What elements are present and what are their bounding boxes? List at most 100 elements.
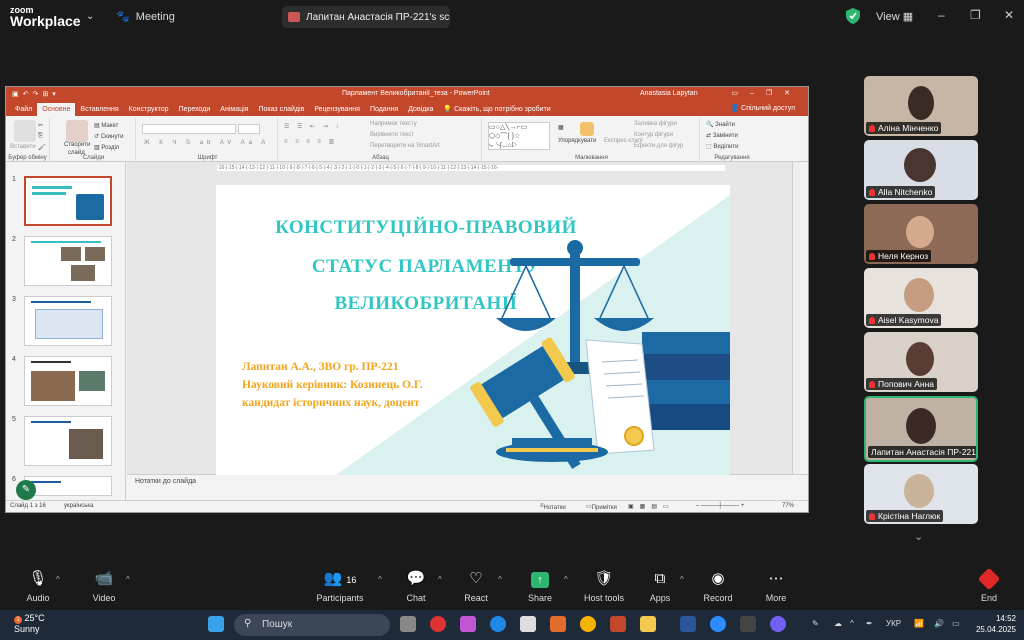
zoom-level[interactable]: 77% xyxy=(782,503,794,509)
pen-tool-icon[interactable]: ✎ xyxy=(16,480,36,500)
zoom-taskbar-icon[interactable] xyxy=(710,616,726,632)
tab-transitions[interactable]: Переходи xyxy=(174,103,216,116)
tab-design[interactable]: Конструктор xyxy=(124,103,174,116)
office-icon[interactable] xyxy=(550,616,566,632)
align-text-button[interactable]: Вирівняти текст xyxy=(370,132,414,138)
select-button[interactable]: ⬚ Виділити xyxy=(706,143,738,150)
video-button[interactable]: 📹 Video xyxy=(74,569,134,603)
onedrive-icon[interactable]: ☁ xyxy=(834,619,842,628)
find-button[interactable]: 🔍 Знайти xyxy=(706,121,735,128)
chrome-icon[interactable] xyxy=(580,616,596,632)
shape-outline-button[interactable]: Контур фігури xyxy=(634,132,673,138)
participant-tile[interactable]: Неля Керноз xyxy=(864,204,978,264)
participant-tile-active-speaker[interactable]: Лапитан Анастасія ПР-221 xyxy=(864,396,978,462)
volume-icon[interactable]: 🔊 xyxy=(934,619,944,628)
font-size-select[interactable] xyxy=(238,124,260,134)
meeting-info[interactable]: 🐾 Meeting xyxy=(116,10,175,24)
share-button[interactable]: 👤 Спільний доступ xyxy=(726,101,801,115)
vertical-scrollbar[interactable] xyxy=(792,162,800,474)
list-buttons[interactable]: ☰ ☰ ⇤ ⇥ ↕ xyxy=(284,123,341,130)
view-buttons[interactable]: ▣▦▤▭ xyxy=(628,503,675,510)
participants-button[interactable]: 👥 16 Participants xyxy=(308,569,372,603)
react-button[interactable]: ♡ React xyxy=(446,569,506,603)
keyboard-language[interactable]: УКР xyxy=(886,619,901,628)
tab-review[interactable]: Рецензування xyxy=(309,103,365,116)
gallery-scroll-down-icon[interactable]: ⌄ xyxy=(914,530,923,543)
calendar-icon[interactable] xyxy=(520,616,536,632)
task-view-icon[interactable] xyxy=(400,616,416,632)
arrange-button[interactable]: Упорядкувати xyxy=(558,138,596,144)
screen-share-indicator[interactable]: Лапитан Анастасія ПР-221's scre ••• xyxy=(282,6,450,28)
font-name-select[interactable] xyxy=(142,124,236,134)
tab-file[interactable]: Файл xyxy=(10,103,37,116)
pen-icon[interactable]: ✒ xyxy=(866,619,873,628)
copy-icon[interactable]: ⎘ xyxy=(38,133,43,140)
shapes-gallery[interactable]: ▭○△╲→⌐▭ ⬠◇⌒{ }☆ ⤷╰∫◡⌂▷ xyxy=(488,122,550,150)
word-icon[interactable] xyxy=(680,616,696,632)
shape-fill-button[interactable]: Заливка фігури xyxy=(634,121,677,127)
current-slide[interactable]: КОНСТИТУЦІЙНО-ПРАВОВИЙ СТАТУС ПАРЛАМЕНТУ… xyxy=(216,185,730,475)
tab-animations[interactable]: Анімація xyxy=(215,103,253,116)
shape-effects-button[interactable]: Ефекти для фігур xyxy=(634,143,683,149)
participant-tile[interactable]: Аліна Мінченко xyxy=(864,76,978,136)
wifi-icon[interactable]: 📶 xyxy=(914,619,924,628)
tell-me-search[interactable]: 💡 Скажіть, що потрібно зробити xyxy=(438,102,555,116)
participant-tile[interactable]: Aisel Kasymova xyxy=(864,268,978,328)
react-options-chevron-icon[interactable]: ^ xyxy=(498,575,502,584)
quick-access-toolbar[interactable]: ▣↶↷⊞▾ xyxy=(12,90,60,98)
slide-thumbnail-3[interactable] xyxy=(24,296,112,346)
host-tools-button[interactable]: 🛡 Host tools xyxy=(574,569,634,603)
notes-pane[interactable]: Нотатки до слайда xyxy=(127,474,808,488)
reset-button[interactable]: ↺ Скинути xyxy=(94,133,123,140)
tab-slideshow[interactable]: Показ слайдів xyxy=(253,103,309,116)
cut-icon[interactable]: ✂ xyxy=(38,122,43,129)
chat-button[interactable]: 💬 Chat xyxy=(386,569,446,603)
tab-help[interactable]: Довідка xyxy=(403,103,438,116)
more-button[interactable]: ⋯ More xyxy=(746,569,806,603)
participant-tile[interactable]: Попович Анна xyxy=(864,332,978,392)
weather-widget[interactable]: 1 25°C Sunny xyxy=(14,613,45,635)
quick-styles-icon[interactable] xyxy=(580,122,594,136)
audio-options-chevron-icon[interactable]: ^ xyxy=(56,575,60,584)
tray-pen-icon[interactable]: ✎ xyxy=(812,619,819,628)
security-shield-icon[interactable] xyxy=(846,8,860,24)
close-icon[interactable]: ✕ xyxy=(1004,8,1014,22)
comments-toggle[interactable]: ▭ Примітки xyxy=(586,503,617,511)
viber-icon[interactable] xyxy=(770,616,786,632)
tab-insert[interactable]: Вставлення xyxy=(75,103,123,116)
slide-thumbnail-6[interactable] xyxy=(24,476,112,496)
tab-view[interactable]: Подання xyxy=(365,103,403,116)
battery-icon[interactable]: ▭ xyxy=(952,619,960,628)
section-button[interactable]: ▥ Розділ xyxy=(94,144,119,151)
format-painter-icon[interactable]: 🖌 xyxy=(38,144,46,151)
edge-icon[interactable] xyxy=(490,616,506,632)
participants-options-chevron-icon[interactable]: ^ xyxy=(378,575,382,584)
system-clock[interactable]: 14:52 25.04.2025 xyxy=(976,613,1016,635)
taskbar-search[interactable]: ⚲ Пошук xyxy=(234,614,390,636)
participant-tile[interactable]: Крістіна Наглюк xyxy=(864,464,978,524)
replace-button[interactable]: ⇄ Замінити xyxy=(706,132,738,139)
smartart-button[interactable]: Перетворити на SmartArt xyxy=(370,143,440,149)
align-buttons[interactable]: ≡ ≡ ≡ ≡ ▥ xyxy=(284,138,337,145)
maximize-icon[interactable]: ❐ xyxy=(970,8,981,22)
language-indicator[interactable]: українська xyxy=(64,503,94,509)
notes-toggle[interactable]: ≡ Нотатки xyxy=(540,503,566,511)
end-meeting-button[interactable]: End xyxy=(967,567,1011,603)
apps-options-chevron-icon[interactable]: ^ xyxy=(680,575,684,584)
zoom-slider[interactable]: – ────┼──── + xyxy=(696,503,744,509)
paste-button[interactable]: Вставити xyxy=(10,144,36,150)
view-button[interactable]: View ▦ xyxy=(876,10,913,23)
chat-options-chevron-icon[interactable]: ^ xyxy=(438,575,442,584)
paste-icon[interactable] xyxy=(14,120,36,142)
slide-thumbnail-4[interactable] xyxy=(24,356,112,406)
file-explorer-icon[interactable] xyxy=(640,616,656,632)
text-direction-button[interactable]: Напрямок тексту xyxy=(370,121,417,127)
new-slide-icon[interactable] xyxy=(66,120,88,142)
slide-thumbnail-5[interactable] xyxy=(24,416,112,466)
layout-button[interactable]: ▤ Макет xyxy=(94,122,118,129)
new-slide-line1[interactable]: Створити xyxy=(64,142,90,148)
minimize-icon[interactable]: – xyxy=(938,8,945,22)
font-format-buttons[interactable]: Ж К Ч S ab AV Aa A xyxy=(144,140,269,146)
opera-icon[interactable] xyxy=(430,616,446,632)
arrange-icon[interactable]: ▦ xyxy=(558,124,564,131)
